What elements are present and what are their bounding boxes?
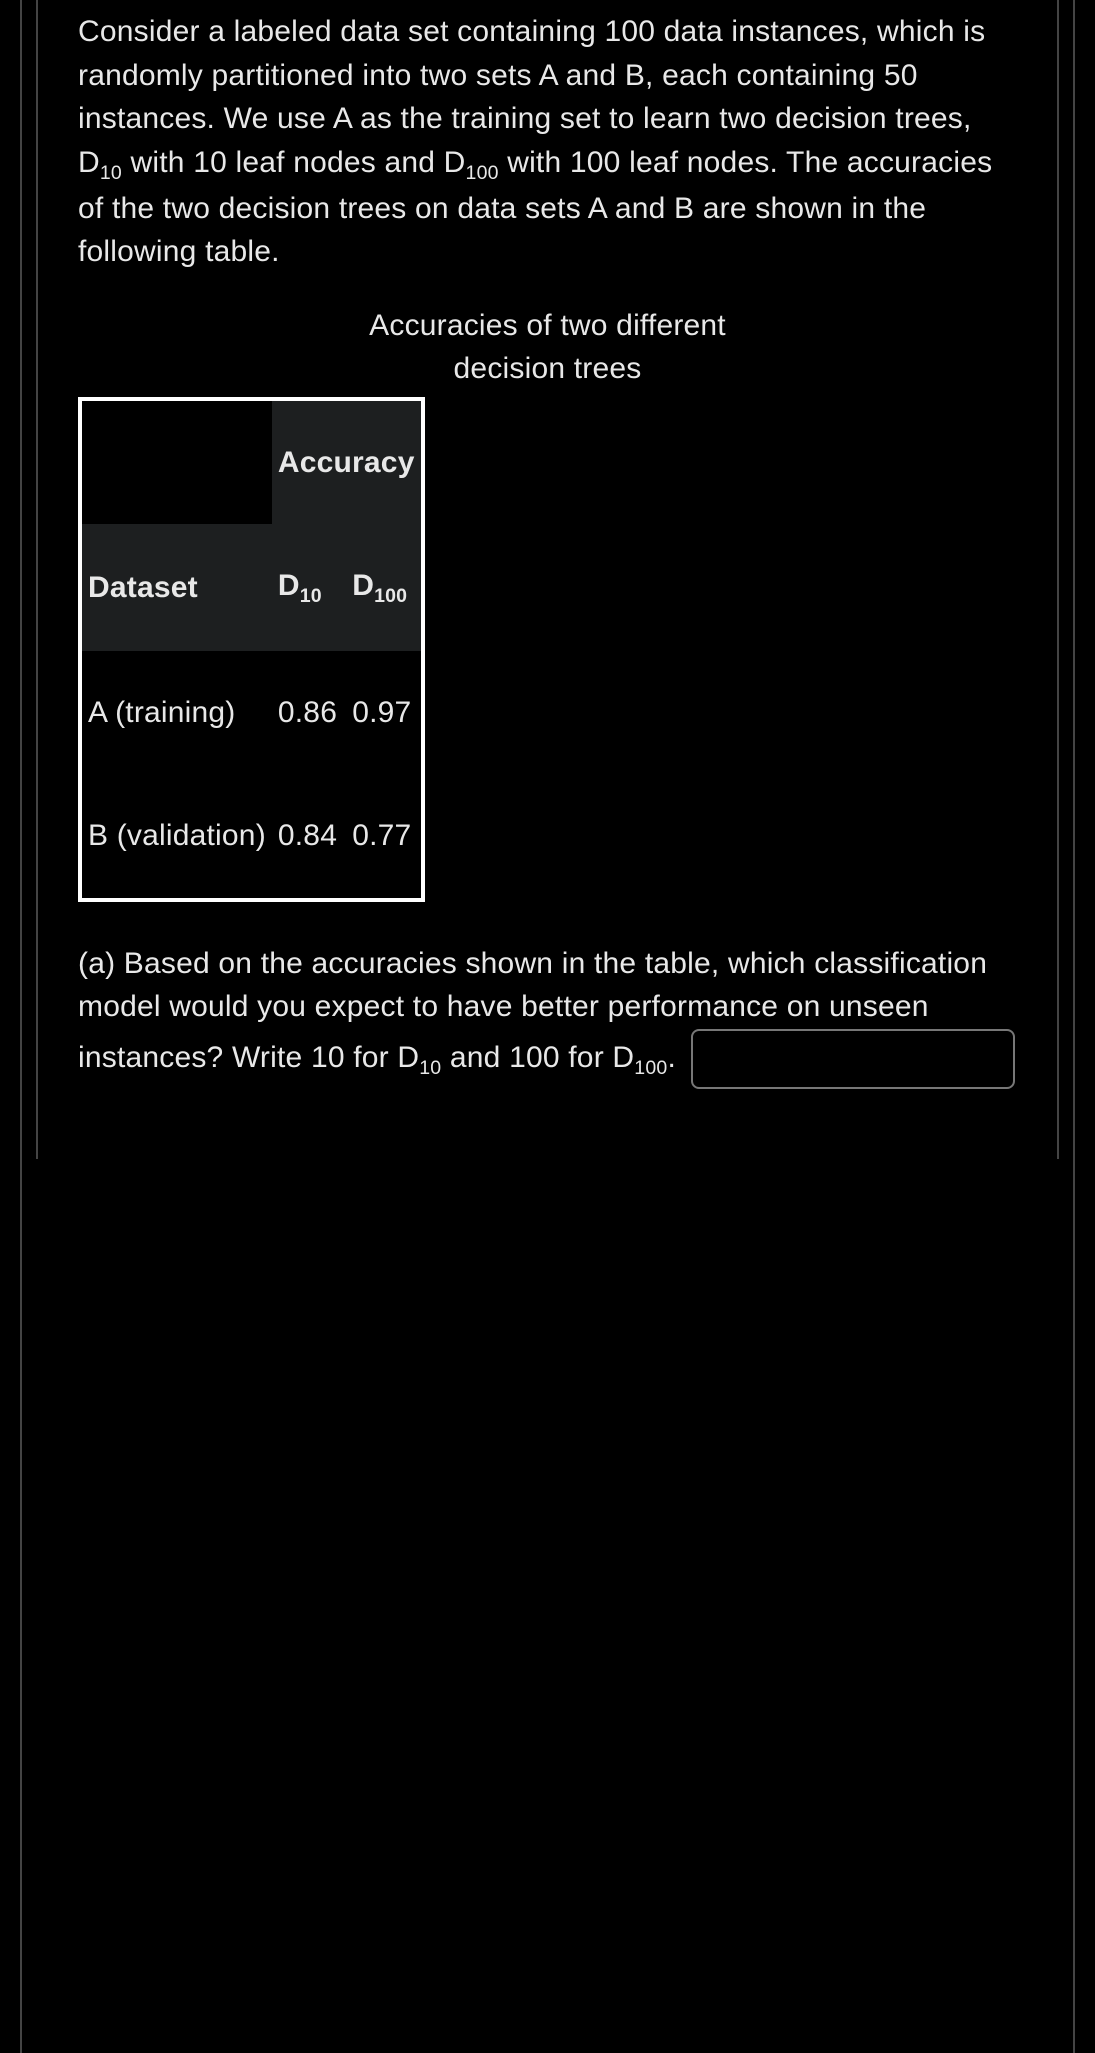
row-a-label: A (training) bbox=[80, 651, 272, 775]
intro-sub-10: 10 bbox=[100, 162, 122, 184]
table-header-group-row: Accuracy bbox=[80, 399, 423, 525]
d10-pre: D bbox=[278, 569, 300, 602]
row-b-label: B (validation) bbox=[80, 774, 272, 900]
d10-sub: 10 bbox=[300, 585, 322, 607]
d100-sub: 100 bbox=[374, 585, 407, 607]
answer-input[interactable] bbox=[691, 1029, 1015, 1089]
row-b-d10: 0.84 bbox=[272, 774, 346, 900]
accuracy-table: Accuracy Dataset D10 D100 A (training) 0… bbox=[78, 397, 425, 902]
q-a-text-3: . bbox=[667, 1040, 684, 1073]
q-a-sub-10: 10 bbox=[419, 1056, 441, 1078]
row-b-d100: 0.77 bbox=[346, 774, 422, 900]
question-a-paragraph: (a) Based on the accuracies shown in the… bbox=[78, 942, 1017, 1089]
q-a-sub-100: 100 bbox=[634, 1056, 667, 1078]
table-row: A (training) 0.86 0.97 bbox=[80, 651, 423, 775]
table-header-dataset: Dataset bbox=[80, 524, 272, 650]
row-a-d10: 0.86 bbox=[272, 651, 346, 775]
intro-sub-100: 100 bbox=[466, 162, 499, 184]
page-frame-outer: Consider a labeled data set containing 1… bbox=[20, 0, 1075, 2053]
table-blank-cell bbox=[80, 399, 272, 525]
q-a-text-2: and 100 for D bbox=[441, 1040, 634, 1073]
table-header-d10: D10 bbox=[272, 524, 346, 650]
table-header-accuracy: Accuracy bbox=[272, 399, 423, 525]
table-row: B (validation) 0.84 0.77 bbox=[80, 774, 423, 900]
d100-pre: D bbox=[352, 569, 374, 602]
intro-paragraph: Consider a labeled data set containing 1… bbox=[78, 10, 1017, 274]
row-a-d100: 0.97 bbox=[346, 651, 422, 775]
table-header-d100: D100 bbox=[346, 524, 422, 650]
table-header-row: Dataset D10 D100 bbox=[80, 524, 423, 650]
page-frame-inner: Consider a labeled data set containing 1… bbox=[36, 0, 1059, 1159]
intro-text-2: with 10 leaf nodes and D bbox=[122, 146, 466, 179]
table-caption: Accuracies of two different decision tre… bbox=[318, 304, 778, 391]
